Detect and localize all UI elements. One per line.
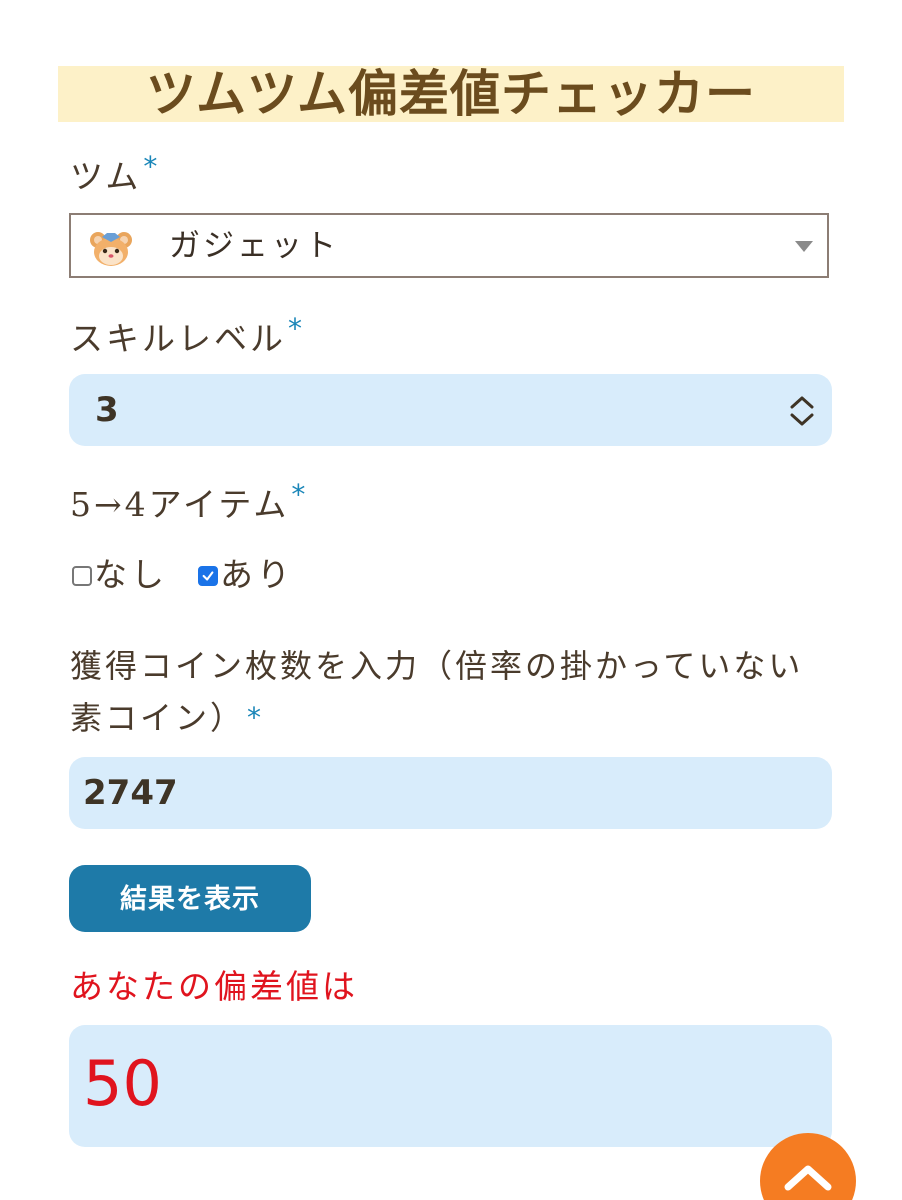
tsum-selected-value: ガジェット [169,228,339,264]
result-value: 50 [83,1047,162,1120]
skill-label-row: スキルレベル* [70,312,305,360]
coin-count-input[interactable]: 2747 [69,757,832,829]
page-title: ツムツム偏差値チェッカー [58,66,844,122]
required-mark: * [143,150,161,183]
item-option-none[interactable]: なし [72,548,168,596]
coin-label: 獲得コイン枚数を入力（倍率の掛かっていない素コイン） [70,647,804,737]
checkbox-unchecked[interactable] [72,566,92,586]
item-label: 5→4アイテム [70,485,290,524]
item-option-none-label: なし [94,555,168,594]
tsum-label-row: ツム* [70,150,160,198]
gadget-tsum-avatar-icon [90,232,132,266]
chevron-down-icon [795,241,813,252]
skill-label: スキルレベル [70,319,286,358]
item-option-yes-label: あり [220,555,294,594]
checkmark-icon [202,571,214,581]
checkbox-checked[interactable] [198,566,218,586]
up-down-chevron-icon [790,396,814,426]
item-label-row: 5→4アイテム* [70,478,308,526]
coin-count-value: 2747 [83,773,178,813]
tsum-label: ツム [70,157,142,196]
skill-level-select[interactable]: 3 [69,374,832,446]
required-mark: * [247,701,265,734]
item-option-yes[interactable]: あり [198,548,294,596]
chevron-up-icon [784,1165,832,1191]
required-mark: * [288,312,305,345]
tsum-deviation-checker-page: ツムツム偏差値チェッカー ツム* ガジェット スキルレベル* 3 5→4アイテム… [0,0,902,1200]
show-result-button[interactable]: 結果を表示 [69,865,311,932]
coin-label-row: 獲得コイン枚数を入力（倍率の掛かっていない素コイン）* [70,640,830,744]
result-label: あなたの偏差値は [70,967,358,1006]
tsum-select[interactable]: ガジェット [69,213,829,278]
item-options: なし あり [72,548,320,594]
result-output: 50 [69,1025,832,1147]
skill-level-value: 3 [95,390,119,430]
required-mark: * [291,478,309,511]
